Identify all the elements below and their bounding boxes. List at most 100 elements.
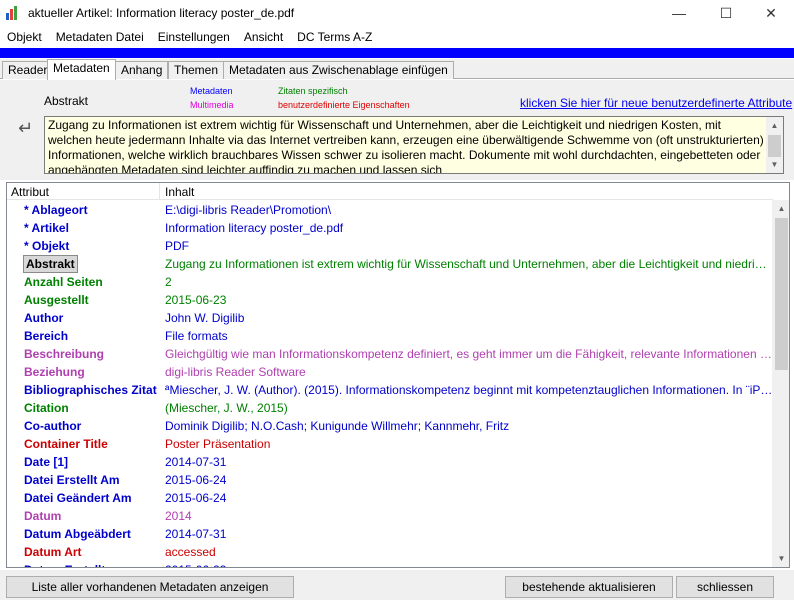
attribute-value: PDF bbox=[165, 239, 189, 253]
column-header-inhalt[interactable]: Inhalt bbox=[165, 185, 194, 199]
maximize-icon[interactable]: ☐ bbox=[703, 0, 749, 26]
tab-reader[interactable]: Reader bbox=[2, 61, 54, 79]
menu-objekt[interactable]: Objekt bbox=[0, 30, 49, 44]
window-title: aktueller Artikel: Information literacy … bbox=[28, 6, 295, 20]
attribute-value: 2015-06-24 bbox=[165, 491, 227, 505]
attribute-name: * Ablageort bbox=[24, 203, 88, 217]
title-bar: aktueller Artikel: Information literacy … bbox=[0, 0, 794, 26]
table-row[interactable]: Citation (Miescher, J. W., 2015) bbox=[7, 399, 773, 417]
attribute-value: John W. Digilib bbox=[165, 311, 245, 325]
attribute-value: 2015-06-24 bbox=[165, 473, 227, 487]
enter-icon[interactable]: ↵ bbox=[18, 118, 33, 139]
attribute-value: Gleichgültig wie man Informationskompete… bbox=[165, 347, 773, 361]
close-button[interactable]: schliessen bbox=[676, 576, 774, 598]
attribute-name: Beziehung bbox=[24, 365, 85, 379]
table-row[interactable]: Anzahl Seiten 2 bbox=[7, 273, 773, 291]
attribute-name: Datei Erstellt Am bbox=[24, 473, 120, 487]
attribute-name: Datum Erstellt bbox=[24, 563, 105, 567]
table-row[interactable]: Co-author Dominik Digilib; N.O.Cash; Kuni… bbox=[7, 417, 773, 435]
attribute-value: File formats bbox=[165, 329, 228, 343]
legend-benutzerdefiniert: benutzerdefinierte Eigenschaften bbox=[278, 100, 410, 110]
scroll-down-icon[interactable]: ▼ bbox=[773, 550, 789, 567]
tab-themen[interactable]: Themen bbox=[168, 61, 225, 79]
attribute-name: Datum bbox=[24, 509, 62, 523]
minimize-icon[interactable]: — bbox=[656, 0, 702, 26]
list-all-metadata-button[interactable]: Liste aller vorhandenen Metadaten anzeig… bbox=[6, 576, 294, 598]
table-row[interactable]: Datum Abgeäbdert 2014-07-31 bbox=[7, 525, 773, 543]
table-row[interactable]: Datum 2014 bbox=[7, 507, 773, 525]
table-row[interactable]: Ausgestellt 2015-06-23 bbox=[7, 291, 773, 309]
column-header-attribut[interactable]: Attribut bbox=[11, 185, 49, 199]
scroll-thumb[interactable] bbox=[775, 218, 788, 370]
attribute-value: 2015-06-23 bbox=[165, 293, 227, 307]
table-row[interactable]: Beschreibung Gleichgültig wie man Informa… bbox=[7, 345, 773, 363]
table-row[interactable]: Datei Geändert Am 2015-06-24 bbox=[7, 489, 773, 507]
attribute-name: Bereich bbox=[24, 329, 69, 343]
attribute-value: (Miescher, J. W., 2015) bbox=[165, 401, 288, 415]
attribute-value: Poster Präsentation bbox=[165, 437, 271, 451]
attribute-value: accessed bbox=[165, 545, 216, 559]
attribute-value: 2014 bbox=[165, 509, 192, 523]
table-row[interactable]: Date [1] 2014-07-31 bbox=[7, 453, 773, 471]
tab-anhang[interactable]: Anhang bbox=[115, 61, 169, 79]
attribute-name: * Objekt bbox=[24, 239, 70, 253]
attribute-value: Information literacy poster_de.pdf bbox=[165, 221, 344, 235]
attribute-name: Datei Geändert Am bbox=[24, 491, 132, 505]
table-row[interactable]: Datei Erstellt Am 2015-06-24 bbox=[7, 471, 773, 489]
table-row[interactable]: * Artikel Information literacy poster_de.… bbox=[7, 219, 773, 237]
tab-metadaten-zwischenablage[interactable]: Metadaten aus Zwischenablage einfügen bbox=[223, 61, 454, 79]
attribute-name: * Artikel bbox=[24, 221, 69, 235]
attribute-name: Author bbox=[24, 311, 64, 325]
menu-metadaten-datei[interactable]: Metadaten Datei bbox=[49, 30, 151, 44]
menu-einstellungen[interactable]: Einstellungen bbox=[151, 30, 237, 44]
abstract-scrollbar[interactable]: ▲ ▼ bbox=[766, 117, 783, 173]
scroll-down-icon[interactable]: ▼ bbox=[766, 156, 783, 173]
update-existing-button[interactable]: bestehende aktualisieren bbox=[505, 576, 673, 598]
attribute-name: Anzahl Seiten bbox=[24, 275, 103, 289]
table-row[interactable]: * Ablageort E:\digi-libris Reader\Promoti… bbox=[7, 201, 773, 219]
table-row[interactable]: * Objekt PDF bbox=[7, 237, 773, 255]
attribute-name: Abstrakt bbox=[23, 255, 78, 273]
menu-bar: Objekt Metadaten Datei Einstellungen Ans… bbox=[0, 27, 794, 47]
new-custom-attribute-link[interactable]: klicken Sie hier für neue benutzerdefine… bbox=[520, 96, 792, 110]
attribute-name: Datum Abgeäbdert bbox=[24, 527, 131, 541]
tab-metadaten[interactable]: Metadaten bbox=[47, 59, 116, 80]
attribute-name: Container Title bbox=[24, 437, 108, 451]
table-row[interactable]: Datum Erstellt 2015-06-23 bbox=[7, 561, 773, 567]
metadata-grid: Attribut Inhalt * Ablageort E:\digi-libri… bbox=[6, 182, 790, 568]
attribute-name: Bibliographisches Zitat bbox=[24, 383, 157, 397]
attribute-value: Dominik Digilib; N.O.Cash; Kunigunde Wil… bbox=[165, 419, 510, 433]
close-icon[interactable]: ✕ bbox=[748, 0, 794, 26]
attribute-value: 2014-07-31 bbox=[165, 527, 227, 541]
scroll-thumb[interactable] bbox=[768, 135, 781, 157]
menu-ansicht[interactable]: Ansicht bbox=[237, 30, 290, 44]
attribute-name: Co-author bbox=[24, 419, 82, 433]
scroll-up-icon[interactable]: ▲ bbox=[773, 200, 789, 217]
table-row[interactable]: Author John W. Digilib bbox=[7, 309, 773, 327]
table-row[interactable]: Beziehung digi-libris Reader Software bbox=[7, 363, 773, 381]
app-icon bbox=[6, 6, 20, 20]
attribute-name: Citation bbox=[24, 401, 69, 415]
table-row[interactable]: Bibliographisches Zitat ªMiescher, J. W. … bbox=[7, 381, 773, 399]
menu-dc-terms[interactable]: DC Terms A-Z bbox=[290, 30, 379, 44]
attribute-name: Date [1] bbox=[24, 455, 69, 469]
attribute-value: Zugang zu Informationen ist extrem wicht… bbox=[165, 257, 773, 271]
attribute-name: Beschreibung bbox=[24, 347, 105, 361]
attribute-value: 2015-06-23 bbox=[165, 563, 773, 567]
table-row[interactable]: Abstrakt Zugang zu Informationen ist extr… bbox=[7, 255, 773, 273]
abstract-text: Zugang zu Informationen ist extrem wicht… bbox=[48, 118, 764, 174]
grid-scrollbar[interactable]: ▲ ▼ bbox=[772, 200, 789, 567]
table-row[interactable]: Container Title Poster Präsentation bbox=[7, 435, 773, 453]
legend-zitaten: Zitaten spezifisch bbox=[278, 86, 348, 96]
attribute-value: E:\digi-libris Reader\Promotion\ bbox=[165, 203, 332, 217]
field-label: Abstrakt bbox=[44, 94, 89, 108]
abstract-textarea[interactable]: Zugang zu Informationen ist extrem wicht… bbox=[44, 116, 784, 174]
attribute-value: ªMiescher, J. W. (Author). (2015). Infor… bbox=[165, 383, 773, 397]
attribute-value: 2 bbox=[165, 275, 172, 289]
scroll-up-icon[interactable]: ▲ bbox=[766, 117, 783, 134]
table-row[interactable]: Bereich File formats bbox=[7, 327, 773, 345]
table-row[interactable]: Datum Art accessed bbox=[7, 543, 773, 561]
attribute-name: Ausgestellt bbox=[24, 293, 89, 307]
attribute-value: 2014-07-31 bbox=[165, 455, 227, 469]
attribute-name: Datum Art bbox=[24, 545, 82, 559]
